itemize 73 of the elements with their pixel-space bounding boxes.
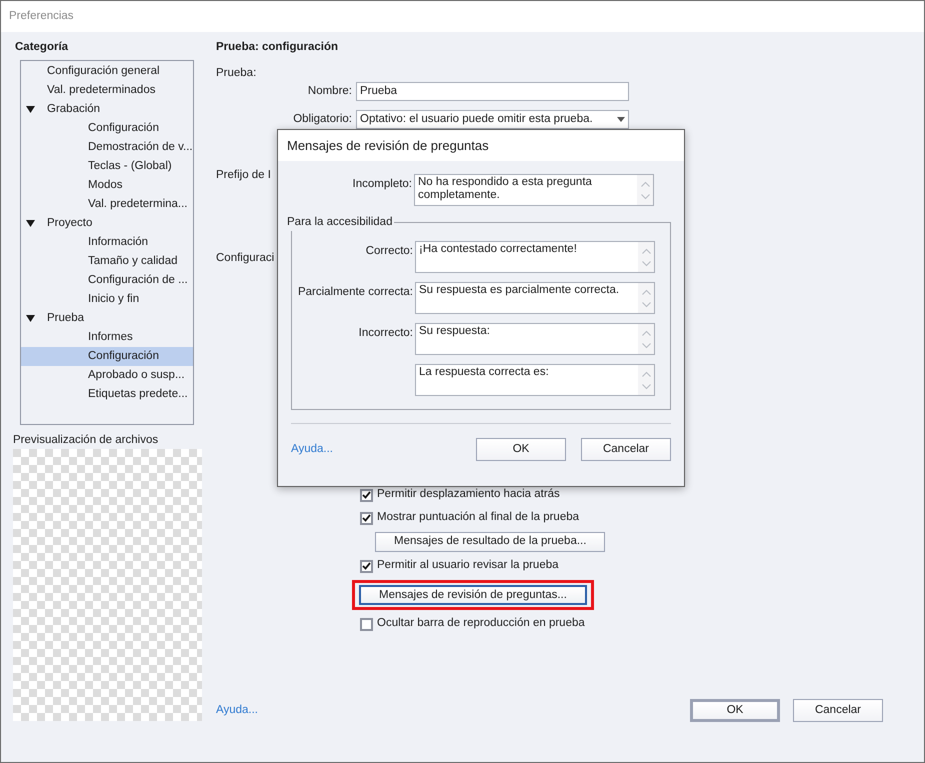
field-label: Incompleto:	[352, 177, 413, 192]
checkbox[interactable]	[360, 618, 373, 630]
tree-item[interactable]: Configuración de ...	[21, 271, 193, 290]
message-field[interactable]: La respuesta correcta es:	[415, 364, 655, 396]
scroll-up-icon[interactable]	[642, 288, 650, 294]
name-label: Nombre:	[306, 84, 353, 99]
required-label: Obligatorio:	[292, 112, 353, 127]
tree-item[interactable]: Aprobado o susp...	[21, 366, 193, 385]
panel-title: Prueba: configuración	[216, 40, 340, 55]
scroll-down-icon[interactable]	[640, 194, 650, 200]
tree-item[interactable]: Configuración general	[21, 62, 193, 81]
message-field[interactable]: Su respuesta es parcialmente correcta.	[415, 282, 655, 314]
checkmark-icon	[362, 491, 371, 499]
group-legend: Para la accesibilidad	[287, 214, 394, 232]
ok-button[interactable]: OK	[690, 699, 780, 722]
expanded-triangle-icon[interactable]	[26, 106, 35, 113]
tree-item[interactable]: Modos	[21, 176, 193, 195]
field-label: Correcto:	[366, 245, 413, 257]
cancel-button[interactable]: Cancelar	[581, 438, 671, 461]
scroll-down-icon[interactable]	[642, 384, 650, 390]
checkmark-icon	[362, 514, 371, 522]
tree-item[interactable]: Teclas - (Global)	[21, 157, 193, 176]
checkbox-label: Permitir al usuario revisar la prueba	[377, 558, 559, 574]
message-field[interactable]: ¡Ha contestado correctamente!	[415, 241, 655, 273]
tree-item[interactable]: Configuración	[21, 119, 193, 138]
scroll-up-icon[interactable]	[640, 180, 650, 186]
settings-label: Configuraci	[216, 251, 274, 266]
expanded-triangle-icon[interactable]	[26, 315, 35, 322]
tree-item[interactable]: Informes	[21, 328, 193, 347]
help-link[interactable]: Ayuda...	[216, 702, 258, 720]
name-field[interactable]: Prueba	[356, 82, 629, 101]
tree-item[interactable]: Inicio y fin	[21, 290, 193, 309]
checkmark-icon	[362, 562, 371, 570]
checkbox[interactable]	[360, 560, 373, 572]
scroll-down-icon[interactable]	[642, 342, 650, 348]
checkbox-label: Permitir desplazamiento hacia atrás	[377, 487, 560, 502]
tree-item[interactable]: Prueba	[21, 309, 193, 328]
expanded-triangle-icon[interactable]	[26, 220, 35, 227]
scroll-down-icon[interactable]	[642, 260, 650, 266]
sidebar-title: Categoría	[15, 40, 70, 55]
checkbox[interactable]	[360, 488, 373, 502]
tree-item[interactable]: Proyecto	[21, 214, 193, 233]
section-label: Prueba:	[216, 66, 258, 81]
prefix-label: Prefijo de I	[216, 168, 271, 183]
cancel-button[interactable]: Cancelar	[793, 699, 883, 722]
message-field[interactable]: No ha respondido a esta pregunta completamente.	[414, 174, 654, 206]
tree-item[interactable]: Val. predetermina...	[21, 195, 193, 214]
ok-button[interactable]: OK	[476, 438, 566, 461]
tree-item[interactable]: Grabación	[21, 100, 193, 119]
scroll-up-icon[interactable]	[642, 330, 650, 336]
tree-item[interactable]: Val. predeterminados	[21, 81, 193, 100]
preview-title: Previsualización de archivos	[13, 433, 160, 448]
checkbox[interactable]	[360, 512, 373, 524]
scroll-down-icon[interactable]	[642, 302, 650, 308]
messages-button[interactable]: Mensajes de resultado de la prueba...	[375, 532, 606, 552]
required-dropdown[interactable]: Optativo: el usuario puede omitir esta prueba.	[356, 110, 629, 129]
tree-item[interactable]: Demostración de v...	[21, 138, 193, 157]
tree-item[interactable]: Etiquetas predete...	[21, 385, 193, 404]
tree-item[interactable]: Configuración	[21, 347, 193, 366]
scroll-up-icon[interactable]	[642, 248, 650, 254]
message-field[interactable]: Su respuesta:	[415, 323, 655, 355]
dropdown-arrow-icon[interactable]	[617, 117, 625, 122]
tree-item[interactable]: Información	[21, 233, 193, 252]
help-link[interactable]: Ayuda...	[291, 440, 333, 458]
window-title: Preferencias	[9, 8, 74, 24]
checkbox-label: Mostrar puntuación al final de la prueba	[377, 510, 580, 526]
tree-item[interactable]: Tamaño y calidad	[21, 252, 193, 271]
messages-button[interactable]: Mensajes de revisión de preguntas...	[359, 585, 587, 605]
dialog-title: Mensajes de revisión de preguntas	[287, 136, 489, 155]
field-label: Incorrecto:	[358, 327, 413, 339]
checkbox-label: Ocultar barra de reproducción en prueba	[377, 616, 585, 632]
scroll-up-icon[interactable]	[642, 370, 650, 376]
field-label: Parcialmente correcta:	[298, 286, 413, 298]
